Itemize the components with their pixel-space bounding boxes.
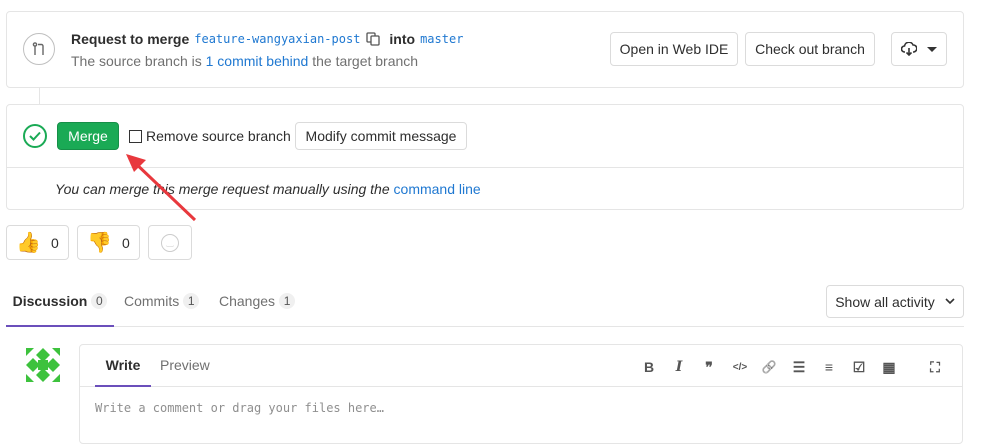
bullet-list-icon[interactable]: ☰	[791, 358, 807, 376]
cloud-download-icon	[901, 42, 917, 56]
thumbs-up-button[interactable]: 👍 0	[6, 225, 69, 260]
thumbs-up-count: 0	[51, 234, 59, 251]
remove-source-branch-checkbox[interactable]	[129, 129, 142, 143]
italic-icon[interactable]: I	[671, 358, 687, 376]
bold-icon[interactable]: B	[641, 358, 657, 376]
request-to-merge-line: Request to merge feature-wangyaxian-post…	[71, 31, 463, 47]
thumbs-down-button[interactable]: 👎 0	[77, 225, 140, 260]
copy-branch-icon[interactable]	[366, 32, 381, 46]
manual-merge-hint: You can merge this merge request manuall…	[55, 181, 481, 197]
status-prefix: The source branch is	[71, 53, 202, 69]
manual-merge-text: You can merge this merge request manuall…	[55, 181, 390, 197]
tab-changes-label: Changes	[219, 293, 276, 309]
tab-discussion-count: 0	[91, 292, 108, 309]
avatar[interactable]	[24, 346, 62, 384]
tab-write[interactable]: Write	[95, 344, 151, 387]
merge-button[interactable]: Merge	[57, 122, 119, 150]
chevron-down-icon	[927, 46, 937, 52]
chevron-down-icon	[945, 298, 955, 305]
add-reaction-button[interactable]: ‿	[148, 225, 192, 260]
comment-textarea[interactable]: Write a comment or drag your files here…	[95, 399, 945, 429]
tab-commits[interactable]: Commits 1	[124, 276, 200, 326]
tab-commits-count: 1	[183, 293, 200, 309]
link-icon[interactable]: 🔗	[761, 358, 777, 376]
comment-placeholder: Write a comment or drag your files here…	[95, 401, 384, 415]
tab-discussion-label: Discussion	[12, 292, 88, 309]
widget-connector	[39, 88, 40, 105]
thumbs-up-icon: 👍	[16, 231, 42, 254]
download-dropdown-button[interactable]	[891, 32, 947, 66]
annotation-arrow	[126, 154, 197, 222]
remove-source-branch-option[interactable]: Remove source branch	[129, 128, 291, 144]
into-label: into	[389, 31, 416, 47]
activity-filter-dropdown[interactable]: Show all activity	[826, 285, 964, 318]
tab-discussion[interactable]: Discussion 0	[6, 276, 114, 327]
editor-header-divider	[80, 386, 962, 387]
merge-request-icon	[23, 33, 55, 65]
quote-icon[interactable]: ❞	[701, 358, 717, 376]
branch-status-line: The source branch is 1 commit behind the…	[71, 53, 418, 69]
source-branch-link[interactable]: feature-wangyaxian-post	[194, 32, 360, 46]
tab-write-label: Write	[105, 356, 141, 373]
check-out-branch-button[interactable]: Check out branch	[745, 32, 875, 66]
open-web-ide-button[interactable]: Open in Web IDE	[610, 32, 738, 66]
modify-commit-message-button[interactable]: Modify commit message	[295, 122, 467, 150]
status-suffix: the target branch	[312, 53, 419, 69]
tab-preview[interactable]: Preview	[160, 357, 210, 373]
command-line-link[interactable]: command line	[394, 181, 481, 197]
tab-changes-count: 1	[279, 293, 296, 309]
remove-source-branch-label[interactable]: Remove source branch	[146, 128, 291, 144]
numbered-list-icon[interactable]: ≡	[821, 358, 837, 376]
tab-commits-label: Commits	[124, 293, 180, 309]
thumbs-down-icon: 👎	[87, 231, 113, 254]
smiley-icon: ‿	[161, 233, 179, 252]
target-branch-link[interactable]: master	[420, 32, 463, 46]
fullscreen-icon[interactable]: ⛶	[927, 358, 943, 376]
commits-behind-link[interactable]: 1 commit behind	[206, 53, 309, 69]
tabs-bottom-border	[6, 326, 964, 327]
task-list-icon[interactable]: ☑	[851, 358, 867, 376]
activity-filter-label: Show all activity	[835, 293, 935, 310]
tab-changes[interactable]: Changes 1	[219, 276, 296, 326]
thumbs-down-count: 0	[122, 234, 130, 251]
success-check-icon	[23, 124, 47, 148]
table-icon[interactable]: ▦	[881, 358, 897, 376]
code-icon[interactable]: </>	[731, 358, 749, 376]
request-label: Request to merge	[71, 31, 190, 47]
